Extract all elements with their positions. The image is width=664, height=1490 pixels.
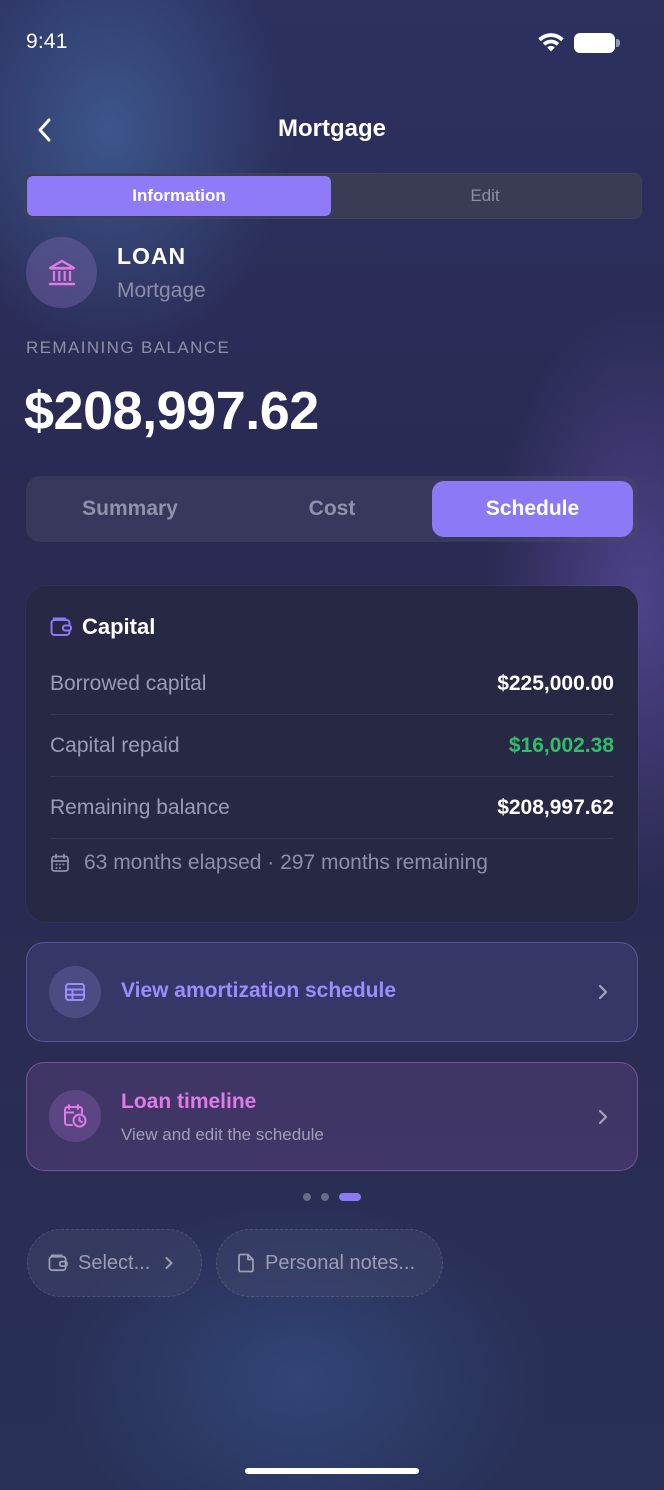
wifi-icon [538,33,564,52]
action-title: View amortization schedule [121,979,397,1002]
row-value: $225,000.00 [497,671,614,695]
chevron-right-icon [598,984,608,1000]
row-remaining-balance: Remaining balance $208,997.62 [50,777,614,839]
action-subtitle: View and edit the schedule [121,1125,324,1144]
row-value: $16,002.38 [508,733,614,757]
capital-card-title: Capital [82,614,156,639]
battery-icon [574,33,620,53]
bank-icon [48,259,75,285]
status-time: 9:41 [26,30,68,53]
wallet-icon [50,617,72,636]
status-bar: 9:41 [0,0,664,86]
personal-notes-chip[interactable]: Personal notes... [216,1229,443,1297]
action-title: Loan timeline [121,1090,257,1113]
row-label: Borrowed capital [50,671,207,695]
segment-information[interactable]: Information [27,176,331,216]
action-icon-wrap [49,1090,101,1142]
page-title: Mortgage [278,115,386,142]
chevron-right-icon [598,1109,608,1125]
account-name: Mortgage [117,279,206,302]
action-icon-wrap [49,966,101,1018]
tab-schedule[interactable]: Schedule [432,481,633,537]
segment-edit[interactable]: Edit [331,176,639,216]
view-amortization-schedule-button[interactable]: View amortization schedule [26,942,638,1042]
view-tabs: Summary Cost Schedule [26,476,638,542]
elapsed-text: 63 months elapsed · 297 months remaining [84,851,488,874]
loan-timeline-button[interactable]: Loan timeline View and edit the schedule [26,1062,638,1171]
account-type: LOAN [117,243,187,269]
document-icon [238,1253,254,1273]
info-edit-segmented-control: Information Edit [24,173,642,219]
row-label: Remaining balance [50,795,230,819]
page-dot-active[interactable] [339,1193,361,1201]
select-account-chip[interactable]: Select... [27,1229,202,1297]
balance-label: REMAINING BALANCE [26,338,231,357]
wallet-icon [48,1254,68,1272]
home-indicator [245,1468,419,1474]
chip-label: Select... [78,1251,151,1274]
tab-cost[interactable]: Cost [230,481,434,537]
capital-card: Capital Borrowed capital $225,000.00 Cap… [26,586,638,922]
row-capital-repaid: Capital repaid $16,002.38 [50,715,614,777]
elapsed-info: 63 months elapsed · 297 months remaining [50,851,488,875]
page-dot[interactable] [321,1193,329,1201]
row-label: Capital repaid [50,733,180,757]
row-value: $208,997.62 [497,795,614,819]
account-avatar [26,237,97,308]
calendar-clock-icon [64,1104,87,1128]
table-icon [65,983,85,1001]
page-indicator [0,1193,664,1201]
capital-card-header: Capital [50,614,155,640]
calendar-icon [51,853,69,872]
chip-label: Personal notes... [265,1251,416,1274]
balance-value: $208,997.62 [24,381,319,441]
chevron-right-icon [165,1257,173,1269]
tab-summary[interactable]: Summary [26,481,234,537]
page-dot[interactable] [303,1193,311,1201]
row-borrowed-capital: Borrowed capital $225,000.00 [50,653,614,715]
